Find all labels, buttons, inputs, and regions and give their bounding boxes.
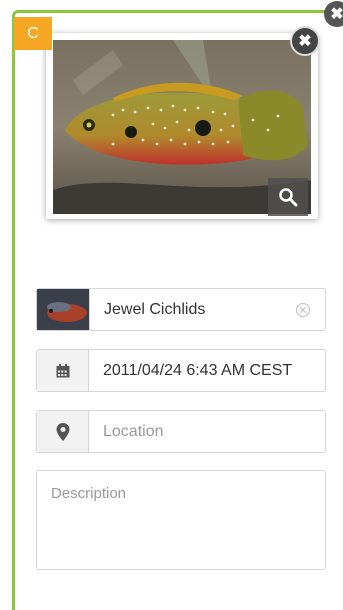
- calendar-icon: [56, 363, 69, 377]
- badge-label: C: [27, 24, 39, 42]
- map-marker-icon: [56, 422, 69, 441]
- species-thumbnail: [37, 289, 90, 330]
- location-field[interactable]: Location: [36, 410, 326, 453]
- card-badge: C: [14, 17, 52, 50]
- close-icon: ✖: [298, 33, 312, 50]
- location-addon: [37, 411, 89, 452]
- location-input: Location: [103, 422, 164, 440]
- zoom-button[interactable]: [268, 178, 308, 216]
- description-placeholder: Description: [51, 485, 127, 502]
- close-icon: ✖: [330, 6, 343, 23]
- magnifier-icon: [279, 188, 298, 207]
- clear-species-button[interactable]: [293, 300, 313, 320]
- species-field[interactable]: Jewel Cichlids: [36, 288, 326, 331]
- card-close-button[interactable]: ✖: [324, 1, 343, 27]
- date-field[interactable]: 2011/04/24 6:43 AM CEST: [36, 349, 326, 392]
- photo-remove-button[interactable]: ✖: [290, 26, 320, 56]
- date-value: 2011/04/24 6:43 AM CEST: [103, 361, 293, 379]
- description-textarea[interactable]: Description: [36, 470, 326, 570]
- species-value: Jewel Cichlids: [104, 300, 206, 318]
- clear-circle-icon: [295, 302, 311, 317]
- date-addon: [37, 350, 89, 391]
